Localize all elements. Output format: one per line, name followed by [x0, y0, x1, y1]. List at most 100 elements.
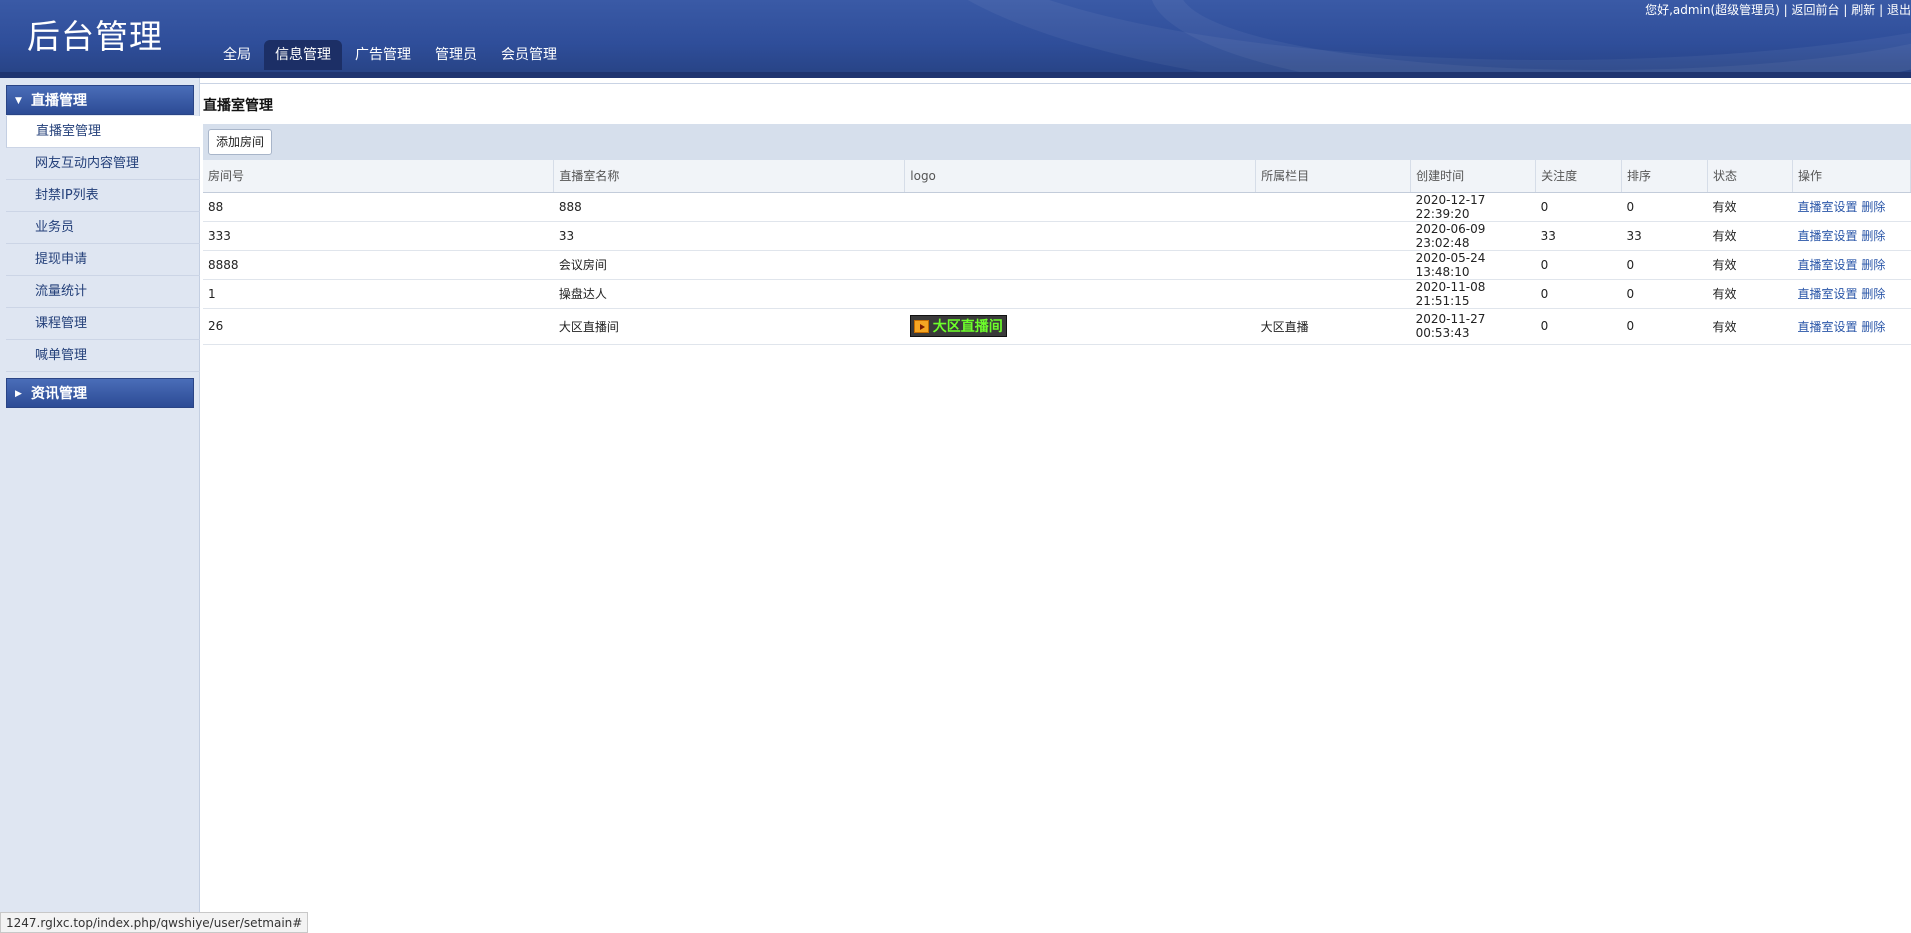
refresh-link[interactable]: 刷新 [1851, 3, 1875, 17]
cell-status: 有效 [1707, 250, 1793, 280]
separator: | [1843, 3, 1848, 17]
cell-created: 2020-05-24 13:48:10 [1410, 250, 1536, 280]
cell-status: 有效 [1707, 221, 1793, 251]
caret-down-icon: ▼ [15, 96, 22, 106]
add-room-button[interactable]: 添加房间 [208, 129, 273, 155]
sidebar-item-interaction[interactable]: 网友互动内容管理 [6, 148, 200, 180]
cell-follow: 33 [1535, 221, 1622, 251]
room-settings-link[interactable]: 直播室设置 [1797, 258, 1857, 272]
sidebar-item-traffic[interactable]: 流量统计 [6, 276, 200, 308]
user-bar: 您好,admin(超级管理员) | 返回前台 | 刷新 | 退出 [1645, 1, 1911, 18]
logout-link[interactable]: 退出 [1887, 3, 1911, 17]
logo-text: 大区直播间 [932, 319, 1003, 335]
room-settings-link[interactable]: 直播室设置 [1797, 320, 1857, 334]
cell-category [1255, 221, 1411, 251]
cell-actions: 直播室设置 删除 [1792, 221, 1911, 251]
cell-logo [904, 279, 1256, 309]
delete-link[interactable]: 删除 [1861, 287, 1885, 301]
table-row: 26 大区直播间 大区直播间 大区直播 2020-11-27 00:53:43 … [203, 308, 1911, 345]
sidebar-item-calls[interactable]: 喊单管理 [6, 340, 200, 372]
table-row: 8888 会议房间 2020-05-24 13:48:10 0 0 有效 直播室… [203, 250, 1911, 280]
sidebar-item-salesmen[interactable]: 业务员 [6, 212, 200, 244]
table-row: 1 操盘达人 2020-11-08 21:51:15 0 0 有效 直播室设置 … [203, 279, 1911, 309]
header-bar: 后台管理 全局 信息管理 广告管理 管理员 会员管理 您好,admin(超级管理… [0, 0, 1911, 72]
sidebar-item-courses[interactable]: 课程管理 [6, 308, 200, 340]
cell-category [1255, 250, 1411, 280]
main-content: 直播室管理 添加房间 房间号 直播室名称 logo 所属栏目 创建时间 关注度 … [200, 78, 1911, 933]
user-greeting: 您好,admin(超级管理员) [1645, 3, 1780, 17]
cell-category: 大区直播 [1255, 308, 1411, 345]
sidebar-group-live[interactable]: ▼ 直播管理 [6, 85, 194, 115]
cell-follow: 0 [1535, 308, 1622, 345]
room-settings-link[interactable]: 直播室设置 [1797, 287, 1857, 301]
cell-actions: 直播室设置 删除 [1792, 308, 1911, 345]
nav-tab-global[interactable]: 全局 [212, 40, 262, 70]
cell-room-no: 88 [203, 192, 554, 222]
cell-logo: 大区直播间 [904, 308, 1256, 345]
table-row: 88 888 2020-12-17 22:39:20 0 0 有效 直播室设置 … [203, 192, 1911, 222]
rooms-table: 房间号 直播室名称 logo 所属栏目 创建时间 关注度 排序 状态 操作 88… [203, 160, 1911, 345]
delete-link[interactable]: 删除 [1861, 229, 1885, 243]
room-logo-image: 大区直播间 [909, 315, 1007, 337]
cell-follow: 0 [1535, 192, 1622, 222]
cell-room-no: 26 [203, 308, 554, 345]
nav-tab-admins[interactable]: 管理员 [424, 40, 488, 70]
cell-actions: 直播室设置 删除 [1792, 279, 1911, 309]
sidebar-item-banned-ip[interactable]: 封禁IP列表 [6, 180, 200, 212]
cell-logo [904, 192, 1256, 222]
cell-room-name: 大区直播间 [553, 308, 905, 345]
back-to-front-link[interactable]: 返回前台 [1792, 3, 1840, 17]
cell-created: 2020-11-27 00:53:43 [1410, 308, 1536, 345]
cell-status: 有效 [1707, 192, 1793, 222]
column-header: 直播室名称 [553, 160, 906, 193]
table-row: 333 33 2020-06-09 23:02:48 33 33 有效 直播室设… [203, 221, 1911, 251]
sidebar-group-label: 资讯管理 [31, 386, 87, 402]
play-icon [913, 319, 929, 333]
sidebar-item-withdraw[interactable]: 提现申请 [6, 244, 200, 276]
top-nav: 全局 信息管理 广告管理 管理员 会员管理 [212, 40, 570, 70]
cell-created: 2020-11-08 21:51:15 [1410, 279, 1536, 309]
sidebar-group-label: 直播管理 [31, 93, 87, 109]
cell-follow: 0 [1535, 250, 1622, 280]
column-header: 房间号 [203, 160, 555, 193]
cell-status: 有效 [1707, 279, 1793, 309]
cell-room-no: 1 [203, 279, 554, 309]
nav-tab-ads[interactable]: 广告管理 [344, 40, 422, 70]
room-settings-link[interactable]: 直播室设置 [1797, 200, 1857, 214]
cell-sort: 0 [1621, 192, 1708, 222]
table-header-row: 房间号 直播室名称 logo 所属栏目 创建时间 关注度 排序 状态 操作 [203, 160, 1911, 193]
column-header: 状态 [1707, 160, 1793, 193]
delete-link[interactable]: 删除 [1861, 200, 1885, 214]
separator: | [1783, 3, 1788, 17]
cell-sort: 0 [1621, 250, 1708, 280]
column-header: 所属栏目 [1255, 160, 1412, 193]
column-header: 操作 [1792, 160, 1911, 193]
cell-room-no: 333 [203, 221, 554, 251]
delete-link[interactable]: 删除 [1861, 320, 1885, 334]
cell-sort: 0 [1621, 279, 1708, 309]
cell-sort: 33 [1621, 221, 1708, 251]
sidebar-item-live-rooms[interactable]: 直播室管理 [6, 116, 200, 148]
nav-tab-info[interactable]: 信息管理 [264, 40, 342, 70]
column-header: 创建时间 [1410, 160, 1537, 193]
cell-follow: 0 [1535, 279, 1622, 309]
cell-sort: 0 [1621, 308, 1708, 345]
cell-status: 有效 [1707, 308, 1793, 345]
sidebar: ▼ 直播管理 直播室管理 网友互动内容管理 封禁IP列表 业务员 提现申请 流量… [0, 78, 200, 933]
room-settings-link[interactable]: 直播室设置 [1797, 229, 1857, 243]
delete-link[interactable]: 删除 [1861, 258, 1885, 272]
column-header: 排序 [1621, 160, 1708, 193]
nav-tab-members[interactable]: 会员管理 [490, 40, 568, 70]
app-title: 后台管理 [27, 17, 163, 56]
column-header: 关注度 [1535, 160, 1623, 193]
cell-category [1255, 279, 1411, 309]
cell-logo [904, 250, 1256, 280]
cell-logo [904, 221, 1256, 251]
column-header: logo [904, 160, 1257, 193]
cell-actions: 直播室设置 删除 [1792, 250, 1911, 280]
sidebar-group-news[interactable]: ▶ 资讯管理 [6, 378, 194, 408]
cell-room-no: 8888 [203, 250, 554, 280]
cell-actions: 直播室设置 删除 [1792, 192, 1911, 222]
separator: | [1879, 3, 1884, 17]
page-title: 直播室管理 [203, 98, 273, 114]
